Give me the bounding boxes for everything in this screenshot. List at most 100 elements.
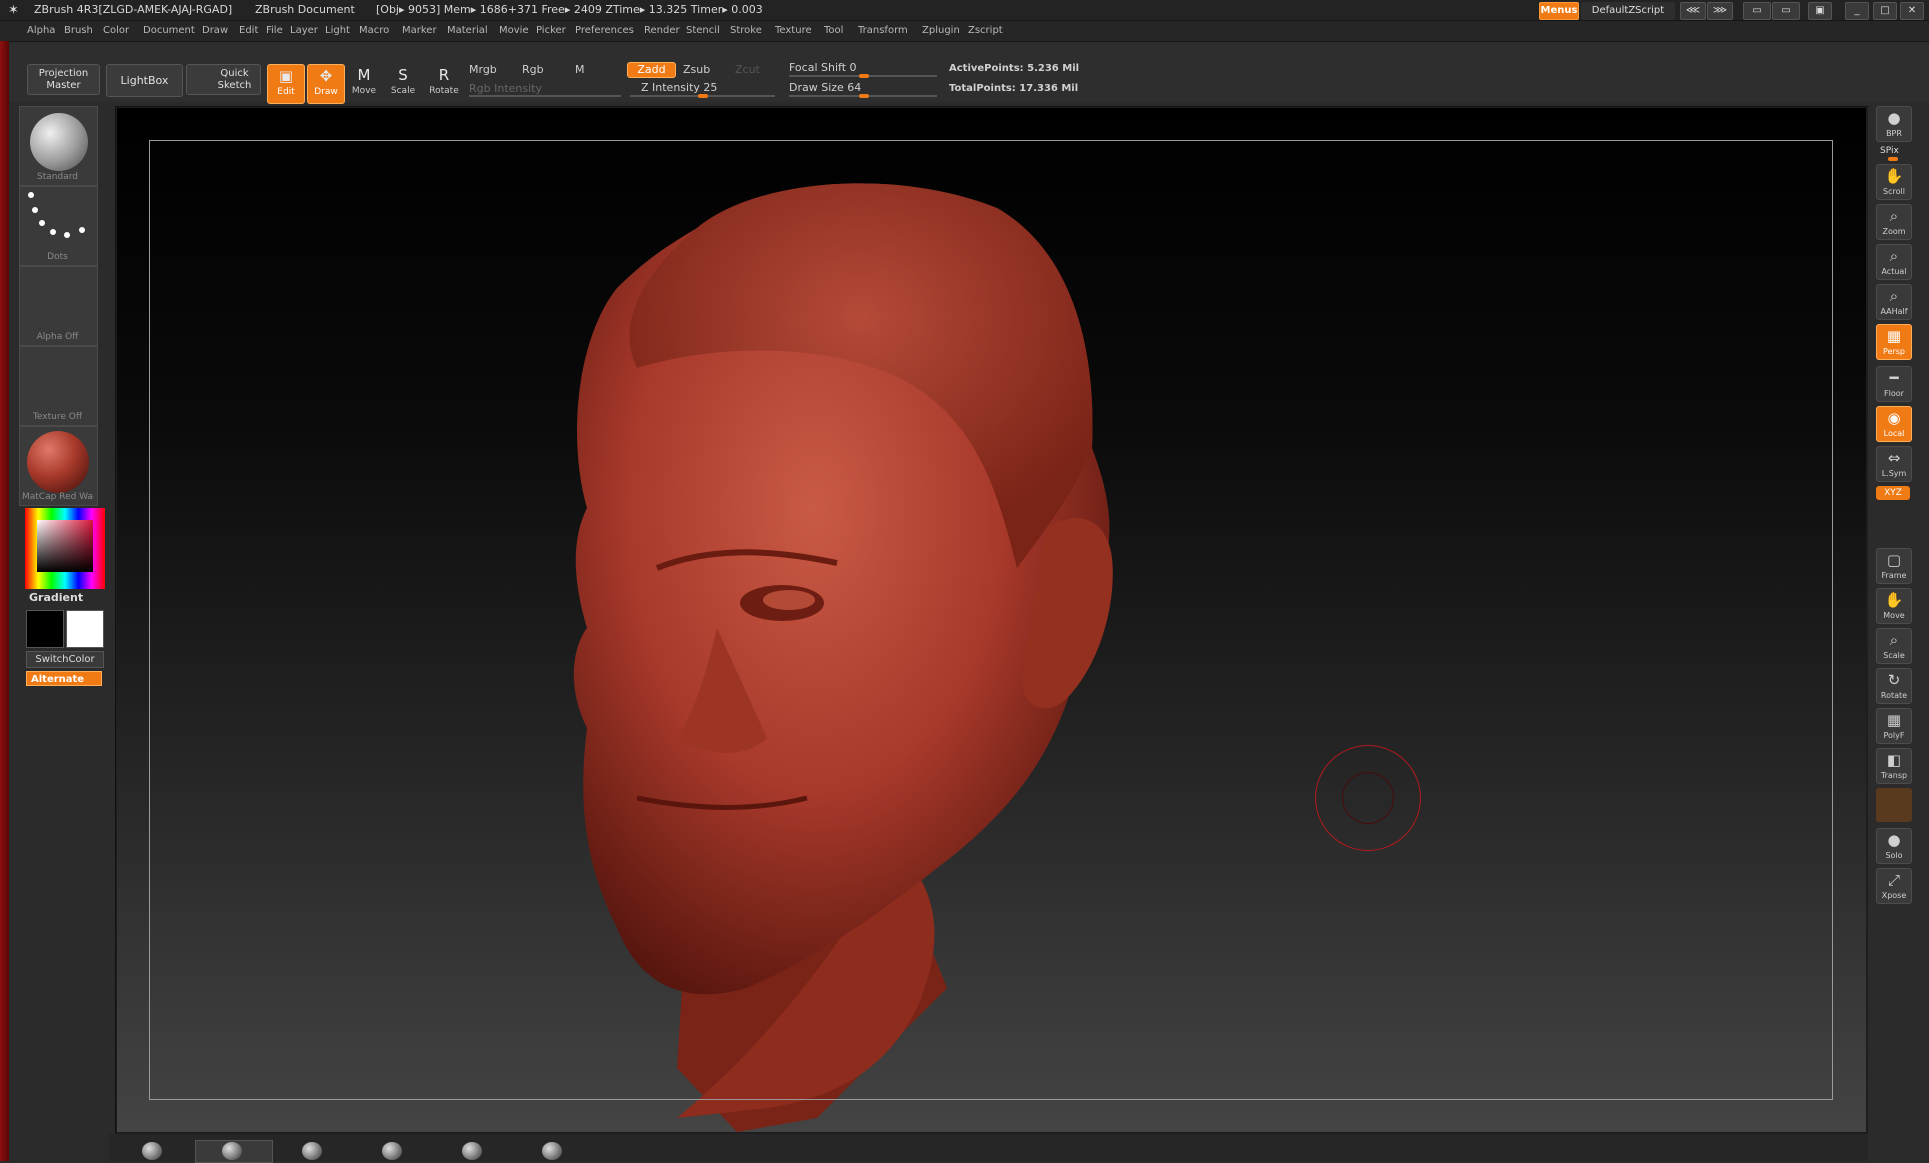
zoom-button[interactable]: ⌕ Zoom <box>1876 204 1912 240</box>
spix-slider[interactable]: SPix <box>1880 146 1899 156</box>
aahalf-icon: ⌕ <box>1889 287 1899 305</box>
menu-bar: Alpha Brush Color Document Draw Edit Fil… <box>0 21 1929 42</box>
bottom-brush-5-icon[interactable] <box>462 1142 482 1160</box>
lsym-button[interactable]: ⇔ L.Sym <box>1876 446 1912 482</box>
menu-stencil[interactable]: Stencil <box>686 25 720 36</box>
menu-picker[interactable]: Picker <box>536 25 566 36</box>
menu-light[interactable]: Light <box>325 25 350 36</box>
focal-shift-slider[interactable]: Focal Shift 0 <box>789 61 857 74</box>
layout-icon[interactable]: ▭ <box>1743 2 1771 20</box>
menu-file[interactable]: File <box>266 25 283 36</box>
z-intensity-slider[interactable]: Z Intensity 25 <box>641 81 717 94</box>
draw-size-knob[interactable] <box>859 94 869 98</box>
default-zscript-button[interactable]: DefaultZScript <box>1581 2 1675 20</box>
menu-brush[interactable]: Brush <box>64 25 93 36</box>
color-picker[interactable] <box>25 508 105 589</box>
scale-view-button[interactable]: ⌕ Scale <box>1876 628 1912 664</box>
rotate-view-icon: ↻ <box>1887 671 1901 689</box>
m-button[interactable]: M <box>575 63 585 76</box>
menu-preferences[interactable]: Preferences <box>575 25 634 36</box>
menu-marker[interactable]: Marker <box>402 25 437 36</box>
hand-icon: ✋ <box>1884 167 1904 185</box>
rgb-intensity-slider[interactable]: Rgb Intensity <box>469 82 542 95</box>
floor-icon: ━ <box>1889 369 1899 387</box>
menu-movie[interactable]: Movie <box>499 25 529 36</box>
menu-stroke[interactable]: Stroke <box>730 25 762 36</box>
menus-button[interactable]: Menus <box>1539 2 1579 20</box>
menu-draw[interactable]: Draw <box>202 25 228 36</box>
menu-texture[interactable]: Texture <box>775 25 812 36</box>
gradient-label[interactable]: Gradient <box>29 591 83 604</box>
rgb-button[interactable]: Rgb <box>522 63 544 76</box>
zcut-button[interactable]: Zcut <box>735 63 760 76</box>
polyf-button[interactable]: ▦ PolyF <box>1876 708 1912 744</box>
menu-zplugin[interactable]: Zplugin <box>922 25 960 36</box>
ghost-button[interactable] <box>1876 788 1912 822</box>
menu-document[interactable]: Document <box>143 25 195 36</box>
menu-zscript[interactable]: Zscript <box>968 25 1003 36</box>
rotate-mode-button[interactable]: R Rotate <box>426 64 462 102</box>
hide-icon[interactable]: ⋘ <box>1680 2 1706 20</box>
menu-transform[interactable]: Transform <box>858 25 908 36</box>
menu-edit[interactable]: Edit <box>239 25 258 36</box>
menu-color[interactable]: Color <box>103 25 129 36</box>
alternate-button[interactable]: Alternate <box>26 671 102 686</box>
minimize-icon[interactable]: _ <box>1845 2 1869 20</box>
scroll-button[interactable]: ✋ Scroll <box>1876 164 1912 200</box>
material-label: MatCap Red Wa <box>22 492 93 502</box>
zsub-button[interactable]: Zsub <box>683 63 710 76</box>
persp-button[interactable]: ▦ Persp <box>1876 324 1912 360</box>
floor-button[interactable]: ━ Floor <box>1876 366 1912 402</box>
rotate-view-button[interactable]: ↻ Rotate <box>1876 668 1912 704</box>
projection-master-button[interactable]: Projection Master <box>27 64 100 95</box>
transp-button[interactable]: ◧ Transp <box>1876 748 1912 784</box>
xyz-button[interactable]: XYZ <box>1876 486 1910 500</box>
xpose-icon: ⤢ <box>1887 871 1900 889</box>
left-edge-strip <box>0 41 9 1161</box>
active-points: ActivePoints: 5.236 Mil <box>949 63 1080 74</box>
xpose-button[interactable]: ⤢ Xpose <box>1876 868 1912 904</box>
aahalf-button[interactable]: ⌕ AAHalf <box>1876 284 1912 320</box>
local-button[interactable]: ◉ Local <box>1876 406 1912 442</box>
move-view-button[interactable]: ✋ Move <box>1876 588 1912 624</box>
z-intensity-knob[interactable] <box>698 94 708 98</box>
close-icon[interactable]: ✕ <box>1900 2 1924 20</box>
solo-button[interactable]: ● Solo <box>1876 828 1912 864</box>
zoom-icon: ⌕ <box>1889 207 1899 225</box>
zadd-button[interactable]: Zadd <box>627 62 676 78</box>
mrgb-button[interactable]: Mrgb <box>469 63 497 76</box>
bottom-brush-1-icon[interactable] <box>142 1142 162 1160</box>
menu-alpha[interactable]: Alpha <box>27 25 55 36</box>
main-color-swatch[interactable] <box>26 610 64 648</box>
brush-label: Standard <box>37 172 78 182</box>
spix-knob[interactable] <box>1888 157 1898 161</box>
actual-button[interactable]: ⌕ Actual <box>1876 244 1912 280</box>
lightbox-button[interactable]: LightBox <box>106 64 183 97</box>
show-icon[interactable]: ⋙ <box>1707 2 1733 20</box>
bpr-button[interactable]: ● BPR <box>1876 106 1912 142</box>
layout-alt-icon[interactable]: ▭ <box>1772 2 1800 20</box>
bottom-brush-4-icon[interactable] <box>382 1142 402 1160</box>
color-picker-square[interactable] <box>37 520 93 572</box>
menu-render[interactable]: Render <box>644 25 680 36</box>
draw-mode-button[interactable]: ✥ Draw <box>307 64 345 104</box>
scale-mode-button[interactable]: S Scale <box>385 64 421 102</box>
bottom-brush-2-icon[interactable] <box>222 1142 242 1160</box>
bottom-brush-6-icon[interactable] <box>542 1142 562 1160</box>
draw-size-slider[interactable]: Draw Size 64 <box>789 81 861 94</box>
secondary-color-swatch[interactable] <box>66 610 104 648</box>
menu-material[interactable]: Material <box>447 25 488 36</box>
edit-mode-button[interactable]: ▣ Edit <box>267 64 305 104</box>
menu-tool[interactable]: Tool <box>824 25 843 36</box>
maximize-icon[interactable]: □ <box>1873 2 1897 20</box>
menu-macro[interactable]: Macro <box>359 25 389 36</box>
lock-icon[interactable]: ▣ <box>1808 2 1832 20</box>
frame-button[interactable]: ▢ Frame <box>1876 548 1912 584</box>
quick-sketch-button[interactable]: Quick Sketch <box>186 64 261 95</box>
move-mode-button[interactable]: M Move <box>346 64 382 102</box>
menu-layer[interactable]: Layer <box>290 25 318 36</box>
switchcolor-button[interactable]: SwitchColor <box>26 651 104 668</box>
move-hand-icon: ✋ <box>1884 591 1904 609</box>
focal-shift-knob[interactable] <box>859 74 869 78</box>
bottom-brush-3-icon[interactable] <box>302 1142 322 1160</box>
